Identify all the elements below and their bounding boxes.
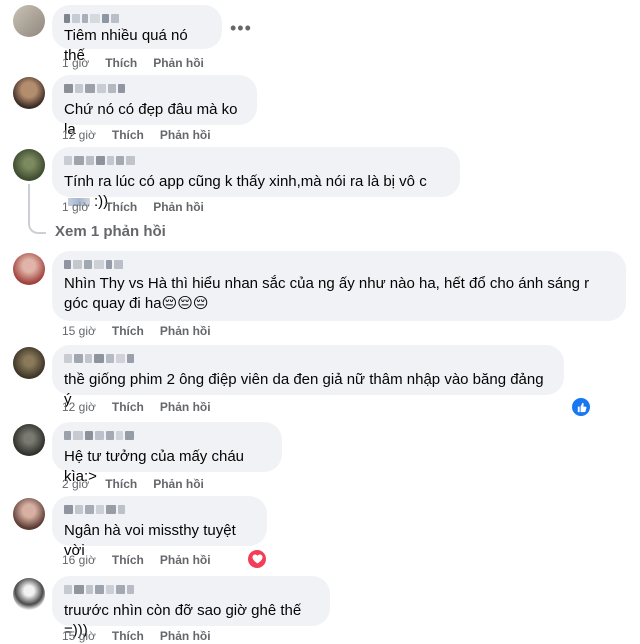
comment-meta: 2 giờ Thích Phản hồi xyxy=(62,476,220,492)
reply-link[interactable]: Phản hồi xyxy=(160,127,211,143)
comment-bubble: Tính ra lúc có app cũng k thấy xinh,mà n… xyxy=(52,147,460,210)
reply-thread-line xyxy=(28,184,46,234)
comment-time[interactable]: 2 giờ xyxy=(62,476,89,492)
comment-time[interactable]: 15 giờ xyxy=(62,628,96,644)
like-link[interactable]: Thích xyxy=(112,323,144,339)
comment-meta: 1 giờ Thích Phản hồi xyxy=(62,199,220,215)
reply-link[interactable]: Phản hồi xyxy=(153,199,204,215)
comment-time[interactable]: 1 giờ xyxy=(62,55,89,71)
like-reaction-icon[interactable] xyxy=(570,396,592,418)
comment-meta: 12 giờ Thích Phản hồi xyxy=(62,399,227,415)
like-link[interactable]: Thích xyxy=(105,476,137,492)
blurred-name xyxy=(64,260,614,269)
comment-meta: 16 giờ Thích Phản hồi xyxy=(62,552,227,568)
blurred-name xyxy=(64,84,245,93)
blurred-name xyxy=(64,156,448,165)
comment-meta: 15 giờ Thích Phản hồi xyxy=(62,323,227,339)
reply-link[interactable]: Phản hồi xyxy=(160,552,211,568)
like-link[interactable]: Thích xyxy=(112,552,144,568)
avatar[interactable] xyxy=(13,5,45,37)
avatar[interactable] xyxy=(13,498,45,530)
comment-bubble: Hệ tư tưởng của mấy cháu kìa:> xyxy=(52,422,282,485)
view-replies-link[interactable]: Xem 1 phản hồi xyxy=(55,223,166,240)
reply-link[interactable]: Phản hồi xyxy=(153,476,204,492)
comment-bubble: Ngân hà voi missthy tuyệt vời xyxy=(52,496,267,559)
blurred-name xyxy=(64,505,255,514)
reply-link[interactable]: Phản hồi xyxy=(160,628,211,644)
comment-bubble: Tiêm nhiều quá nó thế xyxy=(52,5,222,64)
blurred-name xyxy=(64,431,270,440)
avatar[interactable] xyxy=(13,578,45,610)
comment-time[interactable]: 12 giờ xyxy=(62,127,96,143)
comment-text: Nhìn Thy vs Hà thì hiểu nhan sắc của ng … xyxy=(64,275,590,312)
avatar[interactable] xyxy=(13,347,45,379)
blurred-name xyxy=(64,585,318,594)
avatar[interactable] xyxy=(13,77,45,109)
comment-time[interactable]: 15 giờ xyxy=(62,323,96,339)
like-link[interactable]: Thích xyxy=(105,55,137,71)
love-reaction-icon[interactable] xyxy=(246,548,268,570)
avatar[interactable] xyxy=(13,424,45,456)
like-link[interactable]: Thích xyxy=(112,628,144,644)
comment-meta: 12 giờ Thích Phản hồi xyxy=(62,127,227,143)
blurred-name xyxy=(64,354,552,363)
comment-time[interactable]: 16 giờ xyxy=(62,552,96,568)
comment-meta: 15 giờ Thích Phản hồi xyxy=(62,628,227,644)
comment-text-main: Tính ra lúc có app cũng k thấy xinh,mà n… xyxy=(64,173,427,190)
comment-bubble: thề giống phim 2 ông điệp viên da đen gi… xyxy=(52,345,564,408)
more-options-icon[interactable]: ••• xyxy=(230,18,252,39)
comment-bubble: truước nhìn còn đỡ sao giờ ghê thế =))) xyxy=(52,576,330,639)
comment-time[interactable]: 12 giờ xyxy=(62,399,96,415)
blurred-name xyxy=(64,14,210,23)
reply-link[interactable]: Phản hồi xyxy=(160,399,211,415)
comment-meta: 1 giờ Thích Phản hồi xyxy=(62,55,220,71)
reply-link[interactable]: Phản hồi xyxy=(153,55,204,71)
reply-link[interactable]: Phản hồi xyxy=(160,323,211,339)
like-link[interactable]: Thích xyxy=(112,399,144,415)
comment-bubble: Chứ nó có đẹp đâu mà ko lạ xyxy=(52,75,257,138)
comment-time[interactable]: 1 giờ xyxy=(62,199,89,215)
comment-bubble: Nhìn Thy vs Hà thì hiểu nhan sắc của ng … xyxy=(52,251,626,321)
avatar[interactable] xyxy=(13,149,45,181)
avatar[interactable] xyxy=(13,253,45,285)
like-link[interactable]: Thích xyxy=(105,199,137,215)
like-link[interactable]: Thích xyxy=(112,127,144,143)
